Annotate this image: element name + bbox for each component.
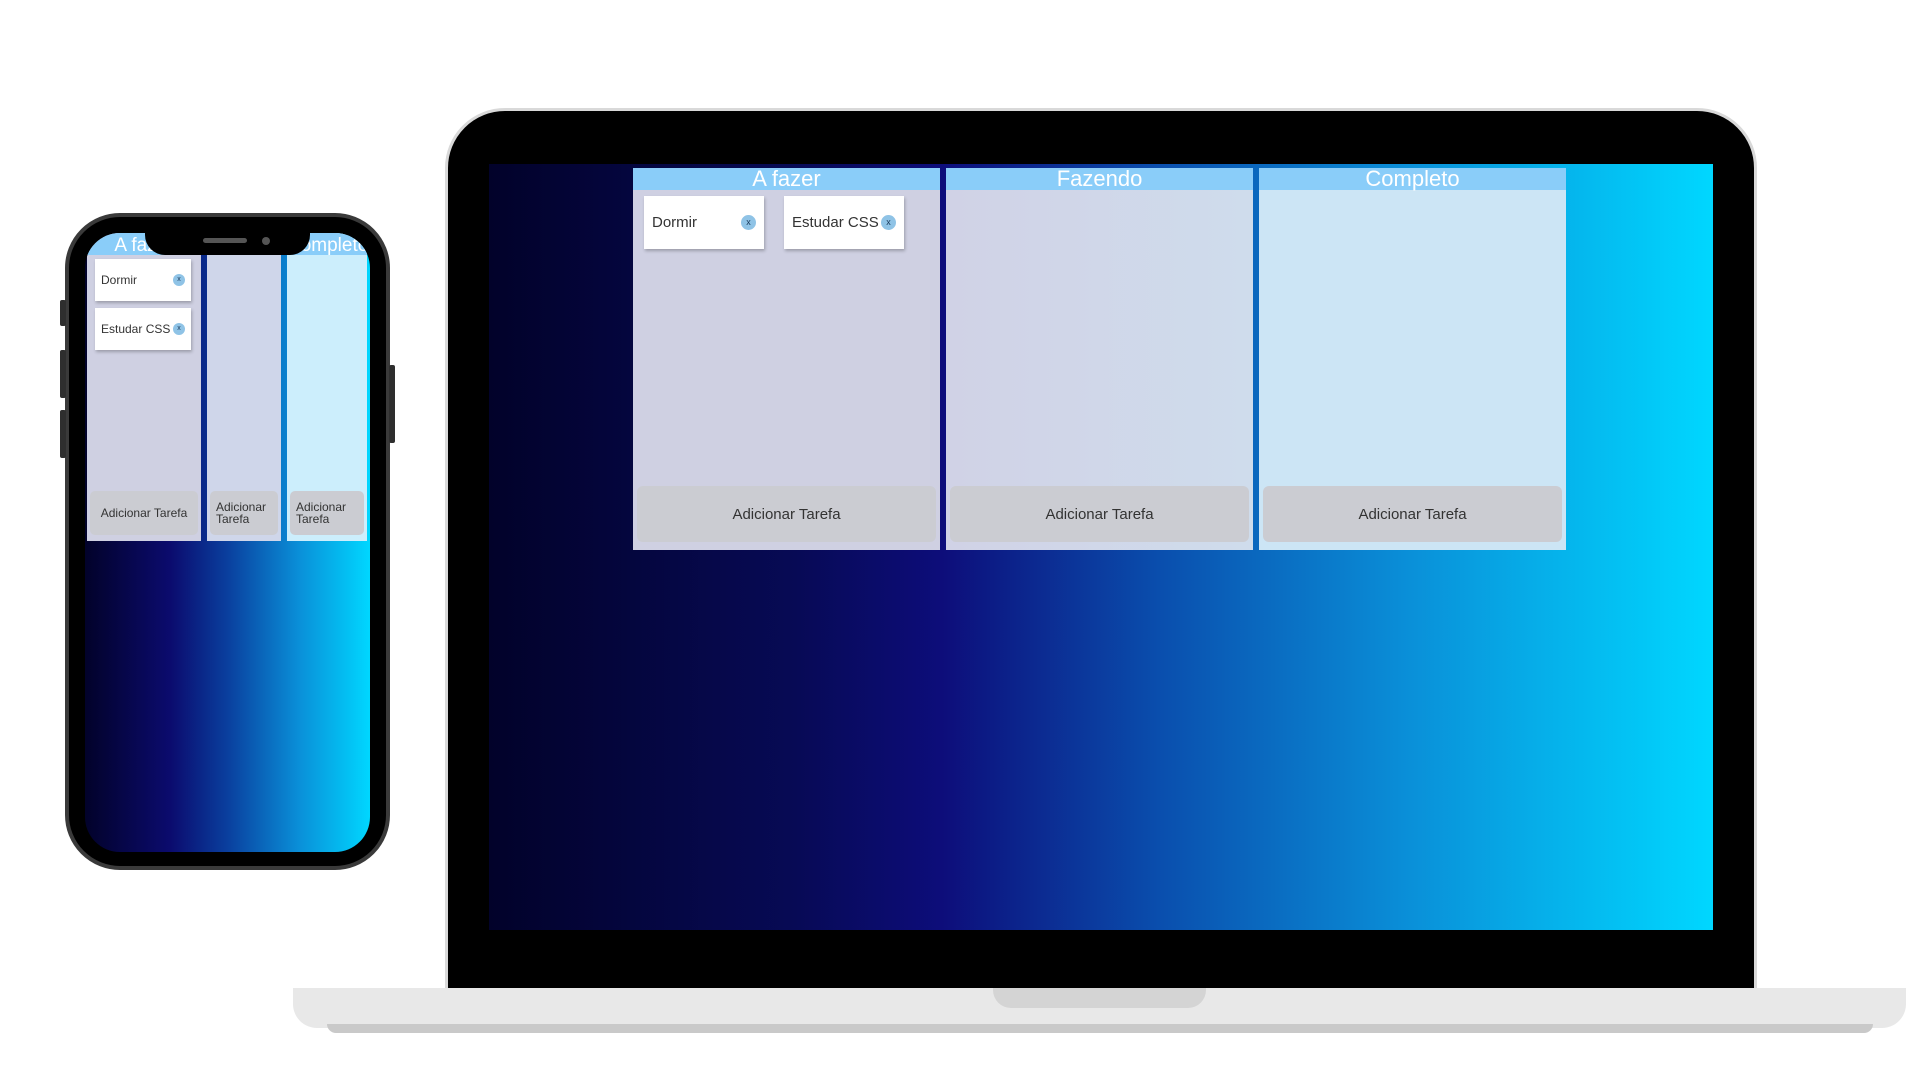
add-task-button[interactable]: Adicionar Tarefa	[290, 491, 364, 535]
phone-camera	[262, 237, 270, 245]
add-task-button[interactable]: Adicionar Tarefa	[210, 491, 278, 535]
column-a-fazer-mobile: A fazer Dormir x Estudar CSS x Adicionar…	[87, 233, 201, 541]
column-completo-mobile: Completo Adicionar Tarefa	[287, 233, 367, 541]
column-completo: Completo Adicionar Tarefa	[1259, 168, 1566, 550]
task-card-estudar-css[interactable]: Estudar CSS x	[95, 308, 191, 350]
phone-mute-switch	[60, 300, 66, 326]
task-card-dormir[interactable]: Dormir x	[644, 196, 764, 249]
column-title: Completo	[1259, 168, 1566, 190]
laptop-screen: A fazer Dormir x Estudar CSS x Adicionar…	[489, 164, 1713, 930]
task-label: Dormir	[652, 214, 697, 231]
phone-screen: A fazer Dormir x Estudar CSS x Adicionar…	[85, 233, 370, 852]
kanban-board: A fazer Dormir x Estudar CSS x Adicionar…	[633, 168, 1567, 550]
remove-task-button[interactable]: x	[741, 215, 756, 230]
column-a-fazer: A fazer Dormir x Estudar CSS x Adicionar…	[633, 168, 940, 550]
laptop-opening-notch	[993, 988, 1206, 1008]
column-fazendo: Fazendo Adicionar Tarefa	[946, 168, 1253, 550]
column-title: Fazendo	[946, 168, 1253, 190]
task-label: Estudar CSS	[101, 322, 171, 336]
column-fazendo-mobile: Fazendo Adicionar Tarefa	[207, 233, 281, 541]
column-title: A fazer	[633, 168, 940, 190]
task-card-estudar-css[interactable]: Estudar CSS x	[784, 196, 904, 249]
remove-task-button[interactable]: x	[173, 274, 185, 286]
remove-task-button[interactable]: x	[881, 215, 896, 230]
laptop-base-shadow	[327, 1024, 1873, 1033]
kanban-board-mobile: A fazer Dormir x Estudar CSS x Adicionar…	[87, 233, 370, 541]
phone-power-button	[389, 365, 395, 443]
task-card-dormir[interactable]: Dormir x	[95, 259, 191, 301]
phone-speaker	[203, 238, 247, 243]
add-task-button[interactable]: Adicionar Tarefa	[637, 486, 936, 542]
task-label: Dormir	[101, 273, 137, 287]
phone-volume-down	[60, 410, 66, 458]
add-task-button[interactable]: Adicionar Tarefa	[950, 486, 1249, 542]
add-task-button[interactable]: Adicionar Tarefa	[90, 491, 198, 535]
phone-volume-up	[60, 350, 66, 398]
add-task-button[interactable]: Adicionar Tarefa	[1263, 486, 1562, 542]
task-label: Estudar CSS	[792, 214, 879, 231]
remove-task-button[interactable]: x	[173, 323, 185, 335]
